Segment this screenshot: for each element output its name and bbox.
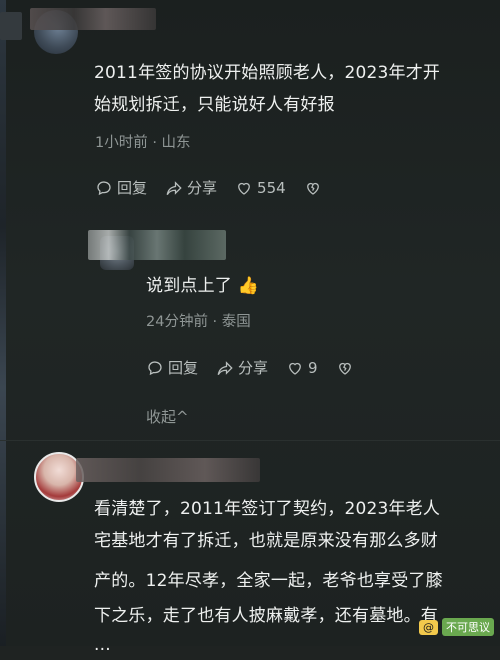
username-blurred-extra xyxy=(0,12,22,40)
share-arrow-icon xyxy=(217,360,233,375)
reply-share-button[interactable]: 分享 xyxy=(216,357,268,378)
reply-bubble-icon xyxy=(148,360,162,375)
watermark: @ 不可思议 xyxy=(419,618,494,636)
comment-divider xyxy=(0,440,500,441)
comment-2-text-line-5: ... xyxy=(94,635,111,655)
watermark-name: 不可思议 xyxy=(442,618,494,636)
reply-actions: 回复 分享 9 xyxy=(146,357,372,378)
comment-2-text-line-1: 看清楚了，2011年签订了契约，2023年老人 xyxy=(94,499,441,519)
watermark-badge: @ xyxy=(419,619,438,635)
like-count: 554 xyxy=(257,178,286,197)
like-count: 9 xyxy=(308,358,318,377)
share-label: 分享 xyxy=(187,179,218,197)
comment-2-text-line-3: 产的。12年尽孝，全家一起，老爷也享受了膝 xyxy=(94,571,443,591)
username-2-blurred[interactable] xyxy=(76,458,260,482)
comment-text-line-1: 2011年签的协议开始照顾老人，2023年才开 xyxy=(94,63,441,83)
reply-like-button[interactable]: 9 xyxy=(286,359,318,377)
reply-meta: 24分钟前 · 泰国 xyxy=(146,314,251,330)
dislike-button[interactable] xyxy=(304,179,322,197)
username-blurred[interactable] xyxy=(30,8,156,30)
heart-icon xyxy=(238,182,250,195)
broken-heart-icon xyxy=(338,362,351,375)
comment-meta: 1小时前 · 山东 xyxy=(95,135,191,151)
comment-text-line-2: 始规划拆迁，只能说好人有好报 xyxy=(94,95,335,115)
broken-heart-icon xyxy=(306,182,319,195)
reply-username-blurred[interactable] xyxy=(88,230,226,260)
reply-label: 回复 xyxy=(117,179,148,197)
reply-button[interactable]: 回复 xyxy=(95,177,147,198)
left-edge-image-strip xyxy=(0,0,6,646)
collapse-replies-button[interactable]: 收起^ xyxy=(146,406,189,427)
like-button[interactable]: 554 xyxy=(235,179,286,197)
share-arrow-icon xyxy=(166,180,182,195)
share-button[interactable]: 分享 xyxy=(165,177,217,198)
reply-label: 回复 xyxy=(168,359,199,377)
reply-text: 说到点上了 👍 xyxy=(146,276,259,296)
comment-2-text-line-2: 宅基地才有了拆迁，也就是原来没有那么多财 xyxy=(94,531,438,551)
reply-dislike-button[interactable] xyxy=(336,359,354,377)
share-label: 分享 xyxy=(238,359,269,377)
heart-icon xyxy=(289,362,301,375)
reply-reply-button[interactable]: 回复 xyxy=(146,357,198,378)
comment-actions: 回复 分享 554 xyxy=(95,177,340,198)
reply-bubble-icon xyxy=(97,180,111,195)
comment-2-text-line-4: 下之乐，走了也有人披麻戴孝，还有墓地。有 xyxy=(94,606,438,626)
